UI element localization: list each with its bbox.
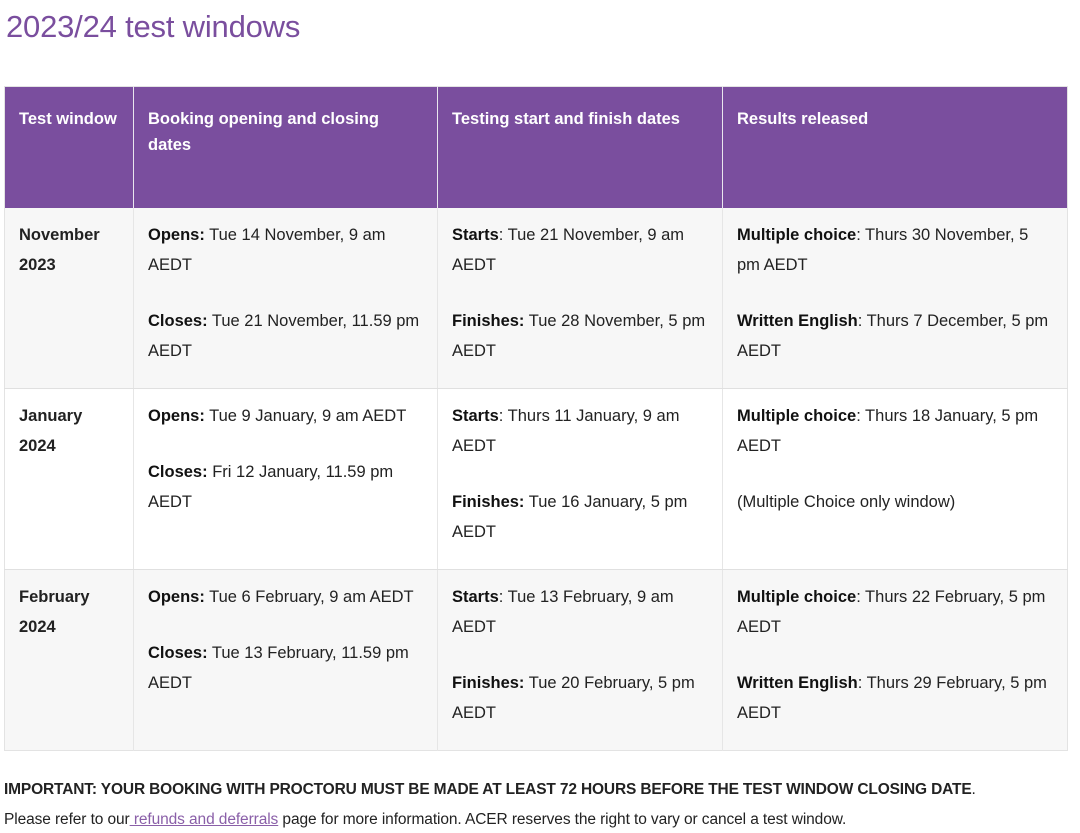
finishes-label: Finishes: (452, 493, 525, 511)
cell-results-released: Multiple choice: Thurs 30 November, 5 pm… (722, 208, 1068, 389)
refunds-note-suffix: page for more information. ACER reserves… (278, 811, 847, 828)
table-header: Test window Booking opening and closing … (4, 86, 1068, 208)
booking-opens-line: Opens: Tue 9 January, 9 am AEDT (148, 401, 423, 431)
refunds-note-prefix: Please refer to our (4, 811, 130, 828)
cell-booking-dates: Opens: Tue 14 November, 9 am AEDT Closes… (133, 208, 438, 389)
results-multiple-choice-line: Multiple choice: Thurs 18 January, 5 pm … (737, 401, 1053, 461)
test-windows-table: Test window Booking opening and closing … (4, 86, 1068, 751)
table-row: November 2023 Opens: Tue 14 November, 9 … (4, 208, 1068, 389)
testing-finishes-line: Finishes: Tue 16 January, 5 pm AEDT (452, 487, 708, 547)
cell-booking-dates: Opens: Tue 6 February, 9 am AEDT Closes:… (133, 569, 438, 751)
cell-booking-dates: Opens: Tue 9 January, 9 am AEDT Closes: … (133, 388, 438, 570)
testing-starts-line: Starts: Tue 21 November, 9 am AEDT (452, 220, 708, 280)
opens-label: Opens: (148, 407, 205, 425)
column-header-testing-dates: Testing start and finish dates (437, 86, 723, 208)
important-notice-text: IMPORTANT: YOUR BOOKING WITH PROCTORU MU… (4, 781, 972, 798)
results-note-value: (Multiple Choice only window) (737, 493, 956, 511)
table-body: November 2023 Opens: Tue 14 November, 9 … (4, 208, 1068, 751)
results-written-english-line: Written English: Thurs 7 December, 5 pm … (737, 306, 1053, 366)
cell-results-released: Multiple choice: Thurs 18 January, 5 pm … (722, 388, 1068, 570)
cell-test-window: January 2024 (4, 388, 134, 570)
column-header-booking-dates: Booking opening and closing dates (133, 86, 438, 208)
starts-label: Starts (452, 588, 499, 606)
booking-closes-line: Closes: Tue 21 November, 11.59 pm AEDT (148, 306, 423, 366)
starts-label: Starts (452, 226, 499, 244)
opens-label: Opens: (148, 226, 205, 244)
test-windows-table-wrapper: Test window Booking opening and closing … (4, 86, 1068, 751)
opens-label: Opens: (148, 588, 205, 606)
column-header-results-released: Results released (722, 86, 1068, 208)
cell-testing-dates: Starts: Tue 21 November, 9 am AEDT Finis… (437, 208, 723, 389)
footer-notes: IMPORTANT: YOUR BOOKING WITH PROCTORU MU… (4, 776, 1067, 833)
booking-closes-line: Closes: Tue 13 February, 11.59 pm AEDT (148, 638, 423, 698)
opens-value: Tue 6 February, 9 am AEDT (204, 588, 414, 606)
results-note-line: (Multiple Choice only window) (737, 487, 1053, 517)
closes-label: Closes: (148, 644, 208, 662)
page-title: 2023/24 test windows (6, 9, 301, 44)
table-row: January 2024 Opens: Tue 9 January, 9 am … (4, 388, 1068, 570)
results-multiple-choice-line: Multiple choice: Thurs 22 February, 5 pm… (737, 582, 1053, 642)
opens-value: Tue 9 January, 9 am AEDT (204, 407, 407, 425)
results-written-english-line: Written English: Thurs 29 February, 5 pm… (737, 668, 1053, 728)
table-header-row: Test window Booking opening and closing … (4, 86, 1068, 208)
table-row: February 2024 Opens: Tue 6 February, 9 a… (4, 569, 1068, 751)
multiple-choice-label: Multiple choice (737, 226, 857, 244)
starts-label: Starts (452, 407, 499, 425)
booking-closes-line: Closes: Fri 12 January, 11.59 pm AEDT (148, 457, 423, 517)
multiple-choice-label: Multiple choice (737, 588, 857, 606)
results-multiple-choice-line: Multiple choice: Thurs 30 November, 5 pm… (737, 220, 1053, 280)
testing-finishes-line: Finishes: Tue 28 November, 5 pm AEDT (452, 306, 708, 366)
cell-testing-dates: Starts: Tue 13 February, 9 am AEDT Finis… (437, 569, 723, 751)
testing-finishes-line: Finishes: Tue 20 February, 5 pm AEDT (452, 668, 708, 728)
written-english-label: Written English (737, 674, 858, 692)
testing-starts-line: Starts: Thurs 11 January, 9 am AEDT (452, 401, 708, 461)
testing-starts-line: Starts: Tue 13 February, 9 am AEDT (452, 582, 708, 642)
multiple-choice-label: Multiple choice (737, 407, 857, 425)
cell-results-released: Multiple choice: Thurs 22 February, 5 pm… (722, 569, 1068, 751)
important-notice-period: . (971, 781, 976, 798)
closes-label: Closes: (148, 312, 208, 330)
cell-testing-dates: Starts: Thurs 11 January, 9 am AEDT Fini… (437, 388, 723, 570)
booking-opens-line: Opens: Tue 14 November, 9 am AEDT (148, 220, 423, 280)
cell-test-window: November 2023 (4, 208, 134, 389)
cell-test-window: February 2024 (4, 569, 134, 751)
booking-opens-line: Opens: Tue 6 February, 9 am AEDT (148, 582, 423, 612)
column-header-test-window: Test window (4, 86, 134, 208)
page-root: 2023/24 test windows Test window Booking… (0, 0, 1080, 828)
written-english-label: Written English (737, 312, 858, 330)
refunds-note: Please refer to our refunds and deferral… (4, 806, 1067, 833)
important-notice: IMPORTANT: YOUR BOOKING WITH PROCTORU MU… (4, 776, 1067, 803)
refunds-and-deferrals-link[interactable]: refunds and deferrals (130, 811, 278, 828)
finishes-label: Finishes: (452, 312, 525, 330)
finishes-label: Finishes: (452, 674, 525, 692)
closes-label: Closes: (148, 463, 208, 481)
